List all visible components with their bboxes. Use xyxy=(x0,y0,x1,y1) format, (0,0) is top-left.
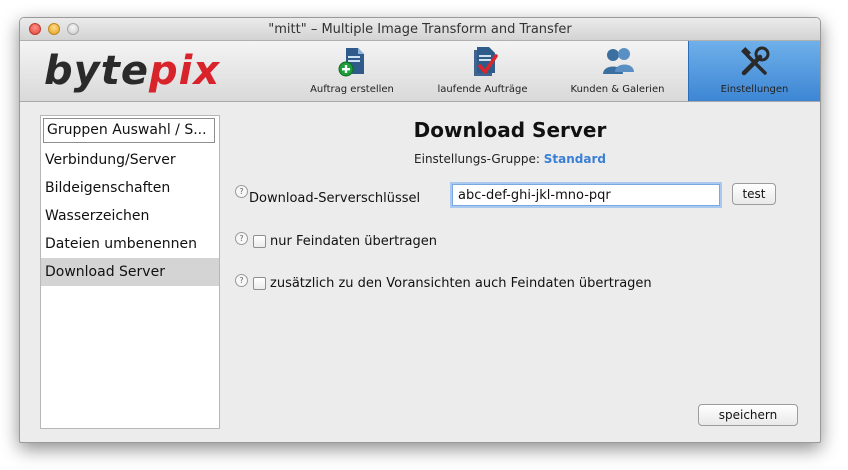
sidebar-item-verbindung-server[interactable]: Verbindung/Server xyxy=(41,146,219,174)
app-window: "mitt" – Multiple Image Transform and Tr… xyxy=(19,17,821,443)
toolbar-laufende-auftraege[interactable]: laufende Aufträge xyxy=(420,41,545,101)
title-bar: "mitt" – Multiple Image Transform and Tr… xyxy=(20,18,820,41)
help-icon[interactable]: ? xyxy=(235,185,248,198)
help-icon[interactable]: ? xyxy=(235,232,248,245)
zusaetzlich-feindaten-label: zusätzlich zu den Voransichten auch Fein… xyxy=(270,276,652,291)
settings-group-value: Standard xyxy=(543,152,606,166)
toolbar-kunden-galerien[interactable]: Kunden & Galerien xyxy=(554,41,681,101)
nur-feindaten-checkbox[interactable] xyxy=(253,235,266,248)
download-server-key-input[interactable]: abc-def-ghi-jkl-mno-pqr xyxy=(452,184,720,206)
sidebar-item-bildeigenschaften[interactable]: Bildeigenschaften xyxy=(41,174,219,202)
toolbar-label: laufende Aufträge xyxy=(437,84,528,95)
toolbar-label: Auftrag erstellen xyxy=(310,84,394,95)
page-title: Download Server xyxy=(413,118,607,142)
help-icon[interactable]: ? xyxy=(235,274,248,287)
sidebar-item-download-server[interactable]: Download Server xyxy=(41,258,219,286)
test-button[interactable]: test xyxy=(732,183,776,205)
toolbar: bytepix Auftrag erstellen laufende Auftr… xyxy=(20,41,820,102)
window-title: "mitt" – Multiple Image Transform and Tr… xyxy=(268,22,572,37)
logo-text-pix: pix xyxy=(148,48,221,94)
toolbar-label: Kunden & Galerien xyxy=(570,84,665,95)
toolbar-auftrag-erstellen[interactable]: Auftrag erstellen xyxy=(302,41,402,101)
document-add-icon xyxy=(338,48,364,77)
logo-text-byte: byte xyxy=(44,48,149,94)
bytepix-logo: bytepix xyxy=(44,49,220,93)
settings-sidebar: Gruppen Auswahl / S... Verbindung/Server… xyxy=(40,115,220,429)
users-icon xyxy=(602,48,634,74)
group-selection-header[interactable]: Gruppen Auswahl / S... xyxy=(43,118,215,143)
toolbar-einstellungen[interactable]: Einstellungen xyxy=(688,41,820,101)
nur-feindaten-label: nur Feindaten übertragen xyxy=(270,234,437,249)
download-server-key-label: Download-Serverschlüssel xyxy=(249,191,421,206)
sidebar-item-wasserzeichen[interactable]: Wasserzeichen xyxy=(41,202,219,230)
toolbar-label: Einstellungen xyxy=(720,84,789,95)
save-button[interactable]: speichern xyxy=(698,404,798,426)
zusaetzlich-feindaten-checkbox[interactable] xyxy=(253,277,266,290)
sidebar-item-dateien-umbenennen[interactable]: Dateien umbenennen xyxy=(41,230,219,258)
tools-icon xyxy=(740,46,769,76)
settings-group-line: Einstellungs-Gruppe: Standard xyxy=(220,152,800,166)
settings-group-label: Einstellungs-Gruppe: xyxy=(414,152,540,166)
document-check-icon xyxy=(473,47,498,76)
